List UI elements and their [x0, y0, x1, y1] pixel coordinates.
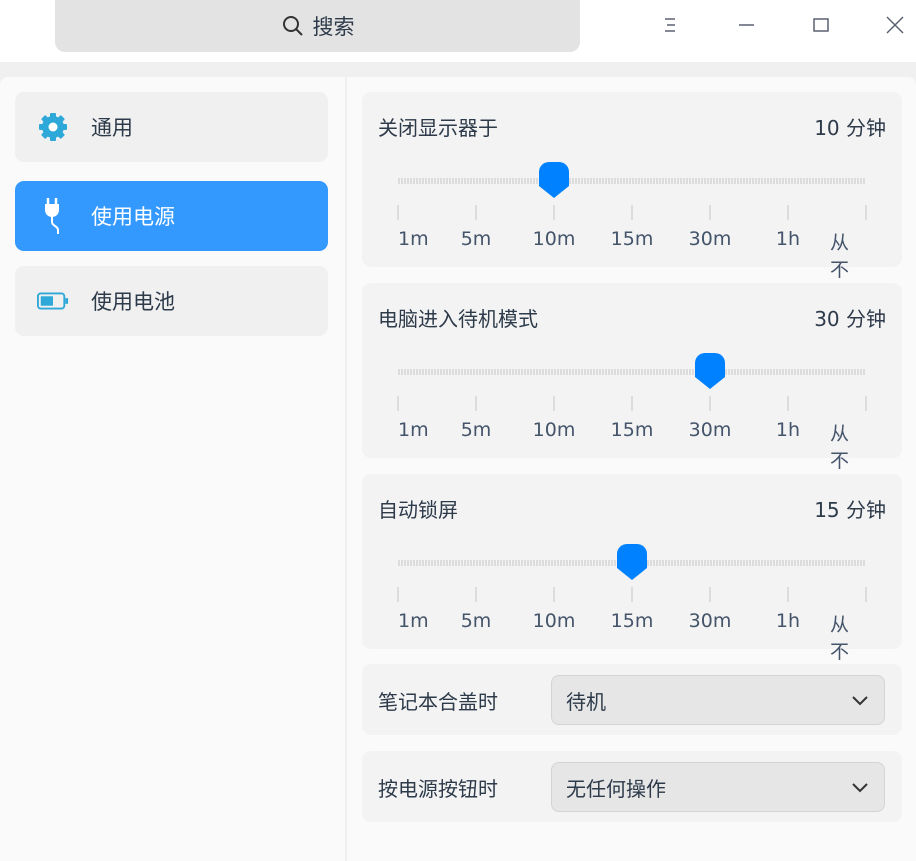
sidebar-item-label: 使用电源: [91, 205, 175, 229]
setting-value: 10 分钟: [814, 116, 886, 140]
tick-label: 1m: [398, 419, 429, 441]
lid-close-dropdown[interactable]: 待机: [551, 675, 885, 725]
sidebar-item-battery[interactable]: 使用电池: [15, 266, 328, 336]
slider-tick: [553, 396, 555, 411]
slider-tick: [865, 396, 867, 411]
slider-tick: [709, 587, 711, 602]
chevron-down-icon: [852, 783, 868, 793]
tick-label: 1h: [775, 610, 801, 632]
menu-icon: [665, 18, 675, 32]
tick-label: 1m: [398, 228, 429, 250]
slider-tick: [865, 587, 867, 602]
tick-label: 1m: [398, 610, 429, 632]
tick-label: 30m: [688, 228, 732, 250]
setting-value: 30 分钟: [814, 307, 886, 331]
slider-track[interactable]: [398, 178, 866, 184]
tick-label: 从不: [830, 614, 850, 663]
slider-tick: [397, 396, 399, 411]
menu-button[interactable]: [655, 10, 685, 40]
slider-tick: [475, 587, 477, 602]
slider-tick: [631, 396, 633, 411]
slider-tick: [397, 587, 399, 602]
minimize-icon: [739, 24, 754, 26]
slider-setting: 自动锁屏 15 分钟 1m 5m 10m 15m 30m 1h 从不: [362, 474, 902, 663]
setting-title: 电脑进入待机模式: [378, 307, 538, 331]
dropdown-value: 无任何操作: [566, 776, 666, 801]
title-bar: 搜索: [0, 0, 916, 62]
minimize-button[interactable]: [731, 10, 761, 40]
sidebar-item-label: 通用: [91, 116, 133, 140]
chevron-down-icon: [852, 696, 868, 706]
tick-label: 15m: [610, 228, 654, 250]
gear-icon: [37, 111, 69, 143]
tick-label: 5m: [460, 610, 492, 632]
lid-close-label: 笔记本合盖时: [378, 690, 498, 714]
tick-label: 30m: [688, 419, 732, 441]
slider-tick: [475, 396, 477, 411]
slider-tick: [787, 205, 789, 220]
search-placeholder: 搜索: [312, 15, 355, 39]
slider-tick: [631, 205, 633, 220]
slider-handle[interactable]: [617, 544, 647, 580]
slider-track[interactable]: [398, 369, 866, 375]
sidebar-item-label: 使用电池: [91, 290, 175, 314]
slider-tick: [631, 587, 633, 602]
search-icon: [282, 16, 303, 36]
tick-label: 从不: [830, 423, 850, 472]
slider-tick: [865, 205, 867, 220]
tick-label: 15m: [610, 419, 654, 441]
tick-label: 30m: [688, 610, 732, 632]
power-button-label: 按电源按钮时: [378, 777, 498, 801]
sidebar-item-general[interactable]: 通用: [15, 92, 328, 162]
tick-label: 10m: [532, 610, 576, 632]
sidebar: 通用 使用电源 使用电池: [0, 77, 345, 861]
tick-label: 5m: [460, 419, 492, 441]
tick-label: 5m: [460, 228, 492, 250]
plug-icon: [37, 197, 69, 235]
battery-icon: [37, 291, 69, 311]
slider-tick: [475, 205, 477, 220]
slider-tick: [709, 205, 711, 220]
maximize-button[interactable]: [806, 10, 836, 40]
setting-value: 15 分钟: [814, 498, 886, 522]
lid-close-setting: 笔记本合盖时 待机: [362, 664, 902, 735]
slider-setting: 电脑进入待机模式 30 分钟 1m 5m 10m 15m 30m 1h 从不: [362, 283, 902, 472]
power-button-dropdown[interactable]: 无任何操作: [551, 762, 885, 812]
sidebar-item-power[interactable]: 使用电源: [15, 181, 328, 251]
slider-setting: 关闭显示器于 10 分钟 1m 5m 10m 15m 30m 1h 从不: [362, 92, 902, 281]
close-button[interactable]: [880, 10, 910, 40]
slider-tick: [397, 205, 399, 220]
setting-title: 关闭显示器于: [378, 116, 498, 140]
tick-label: 1h: [775, 419, 801, 441]
tick-label: 10m: [532, 419, 576, 441]
tick-label: 10m: [532, 228, 576, 250]
search-box[interactable]: 搜索: [55, 0, 580, 52]
slider-tick: [709, 396, 711, 411]
slider-handle[interactable]: [695, 353, 725, 389]
tick-label: 15m: [610, 610, 654, 632]
slider-tick: [553, 587, 555, 602]
tick-label: 从不: [830, 232, 850, 281]
dropdown-value: 待机: [566, 689, 606, 714]
tick-label: 1h: [775, 228, 801, 250]
slider-tick: [787, 396, 789, 411]
power-button-setting: 按电源按钮时 无任何操作: [362, 751, 902, 822]
setting-title: 自动锁屏: [378, 498, 458, 522]
close-icon: [886, 16, 904, 34]
slider-tick: [553, 205, 555, 220]
slider-handle[interactable]: [539, 162, 569, 198]
maximize-icon: [813, 18, 829, 32]
slider-tick: [787, 587, 789, 602]
